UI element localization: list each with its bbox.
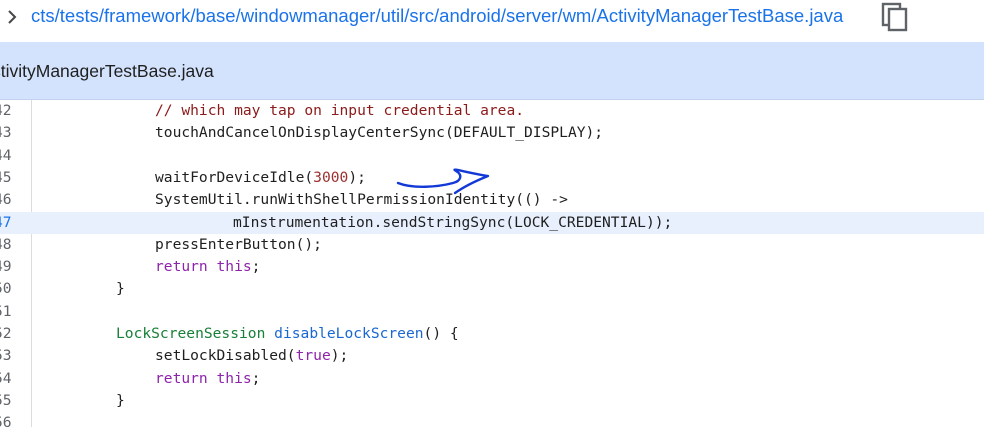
- line-number[interactable]: 50: [0, 280, 24, 297]
- code-text: setLockDisabled(true);: [155, 347, 348, 364]
- code-line: 52 LockScreenSession disableLockScreen()…: [0, 323, 984, 345]
- code-text: touchAndCancelOnDisplayCenterSync(DEFAUL…: [155, 124, 603, 141]
- code-token: }: [116, 280, 125, 298]
- file-name: ctivityManagerTestBase.java: [0, 61, 214, 81]
- keyword: true: [295, 347, 331, 365]
- code-text: }: [116, 392, 125, 409]
- line-number[interactable]: 45: [0, 169, 24, 186]
- code-text: LockScreenSession disableLockScreen() {: [116, 325, 459, 342]
- code-text: }: [116, 280, 125, 297]
- line-number[interactable]: 51: [0, 303, 24, 320]
- type-name: LockScreenSession: [116, 325, 266, 342]
- code-text: return this;: [155, 258, 260, 275]
- code-line: 42 // which may tap on input credential …: [0, 100, 984, 122]
- chevron-right-icon[interactable]: [4, 7, 20, 27]
- line-number[interactable]: 52: [0, 325, 24, 342]
- code-token: ;: [251, 258, 261, 276]
- code-token: setLockDisabled(: [155, 347, 296, 365]
- line-number[interactable]: 56: [0, 414, 24, 431]
- code-text: pressEnterButton();: [155, 236, 322, 253]
- line-number[interactable]: 53: [0, 347, 24, 364]
- code-line: 44: [0, 145, 984, 167]
- code-line: 48 pressEnterButton();: [0, 234, 984, 256]
- code-line: 54 return this;: [0, 368, 984, 390]
- line-number[interactable]: 47: [0, 214, 24, 231]
- code-token: pressEnterButton();: [155, 235, 322, 253]
- code-line: 53 setLockDisabled(true);: [0, 345, 984, 367]
- number-literal: 3000: [313, 168, 349, 186]
- code-line: 49 return this;: [0, 256, 984, 278]
- code-line: 55 }: [0, 390, 984, 412]
- code-token: () {: [423, 325, 459, 342]
- line-number[interactable]: 48: [0, 236, 24, 253]
- code-token: waitForDeviceIdle(: [155, 168, 314, 186]
- function-name: disableLockScreen: [274, 325, 424, 342]
- code-token: ;: [251, 369, 261, 387]
- code-view: 42 // which may tap on input credential …: [0, 100, 984, 431]
- code-line: 45 waitForDeviceIdle(3000);: [0, 167, 984, 189]
- file-path-link[interactable]: cts/tests/framework/base/windowmanager/u…: [31, 5, 843, 27]
- code-token: touchAndCancelOnDisplayCenterSync(DEFAUL…: [155, 124, 604, 142]
- line-number[interactable]: 43: [0, 124, 24, 141]
- path-bar: cts/tests/framework/base/windowmanager/u…: [0, 0, 984, 40]
- comment: // which may tap on input credential are…: [155, 102, 525, 119]
- keyword: return: [155, 258, 208, 276]
- code-text: SystemUtil.runWithShellPermissionIdentit…: [155, 191, 568, 208]
- code-line: 51: [0, 301, 984, 323]
- code-text: // which may tap on input credential are…: [155, 102, 524, 119]
- code-token: );: [330, 347, 349, 365]
- copy-icon[interactable]: [880, 2, 910, 32]
- line-number[interactable]: 54: [0, 370, 24, 387]
- line-number[interactable]: 42: [0, 102, 24, 119]
- line-number[interactable]: 44: [0, 147, 24, 164]
- keyword: this: [216, 258, 252, 276]
- file-header: ctivityManagerTestBase.java: [0, 42, 984, 100]
- code-text: waitForDeviceIdle(3000);: [155, 169, 366, 186]
- code-line-highlighted: 47 mInstrumentation.sendStringSync(LOCK_…: [0, 211, 984, 234]
- line-number[interactable]: 55: [0, 392, 24, 409]
- line-number[interactable]: 46: [0, 191, 24, 208]
- code-text: return this;: [155, 370, 260, 387]
- code-token: SystemUtil.runWithShellPermissionIdentit…: [155, 191, 568, 209]
- code-token: }: [116, 391, 125, 409]
- code-token: );: [348, 168, 366, 186]
- keyword: this: [216, 369, 252, 387]
- code-text: mInstrumentation.sendStringSync(LOCK_CRE…: [233, 214, 672, 231]
- code-line: 56: [0, 412, 984, 434]
- code-line: 43 touchAndCancelOnDisplayCenterSync(DEF…: [0, 122, 984, 144]
- keyword: return: [155, 369, 208, 387]
- code-line: 50 }: [0, 278, 984, 300]
- code-line: 46 SystemUtil.runWithShellPermissionIden…: [0, 189, 984, 211]
- code-token: mInstrumentation.sendStringSync(LOCK_CRE…: [233, 213, 673, 231]
- line-number[interactable]: 49: [0, 258, 24, 275]
